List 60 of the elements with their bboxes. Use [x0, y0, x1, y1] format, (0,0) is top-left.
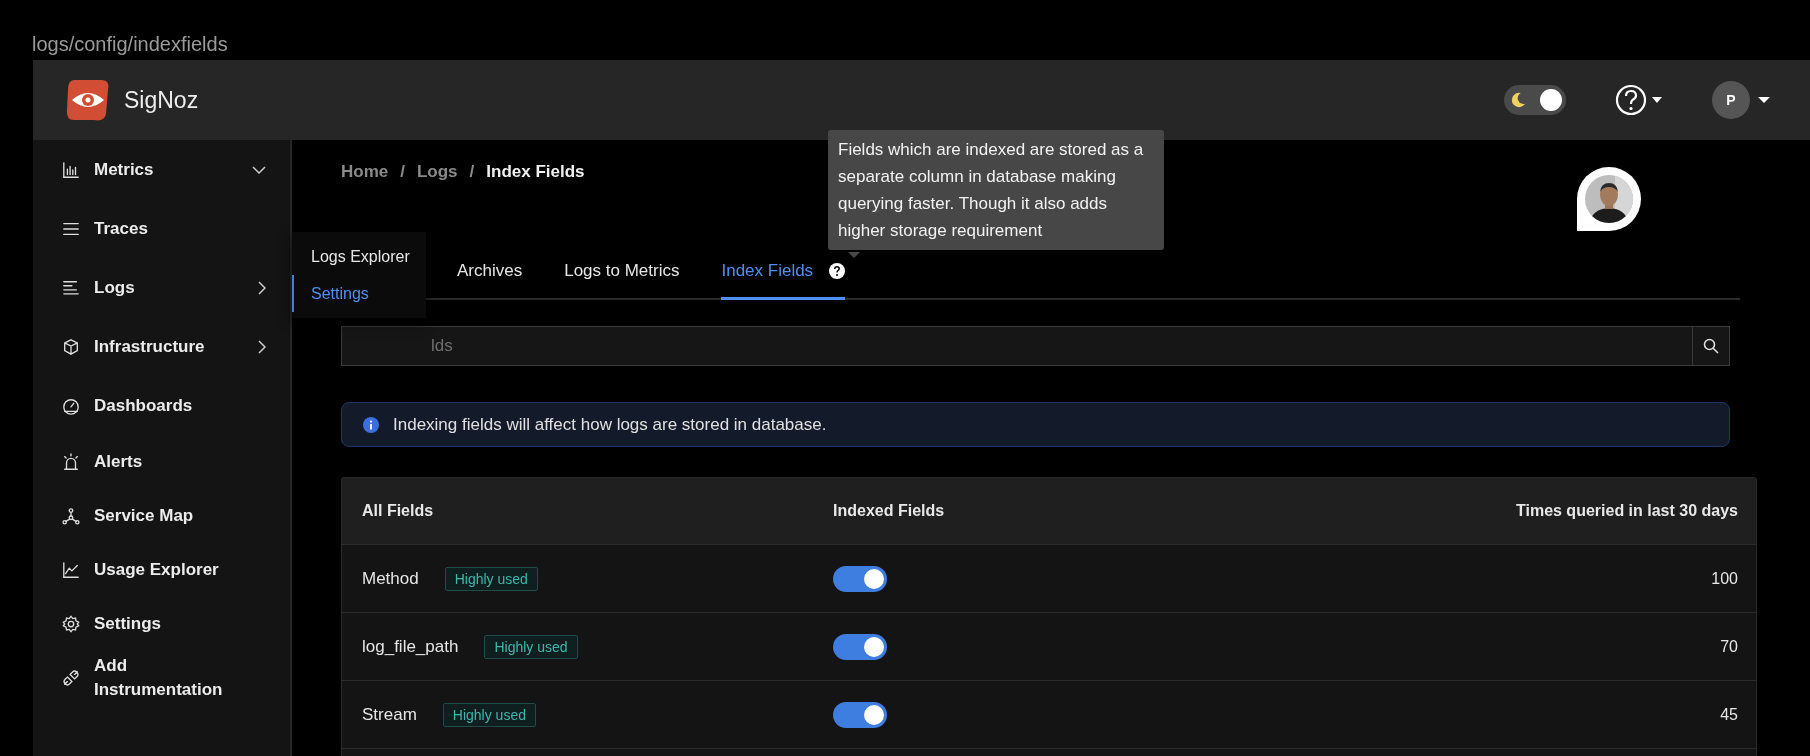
- field-name: Stream: [362, 704, 417, 725]
- help-menu-button[interactable]: [1614, 83, 1664, 117]
- sidebar-item[interactable]: Infrastructure: [33, 317, 290, 376]
- siren-icon: [62, 453, 80, 471]
- query-count: 45: [1720, 705, 1738, 724]
- text-lines-icon: [62, 278, 80, 297]
- column-header: All Fields: [362, 502, 435, 520]
- usage-tag: Highly used: [484, 634, 578, 659]
- theme-toggle[interactable]: [1504, 85, 1566, 115]
- network-icon: [62, 507, 80, 525]
- query-count: 100: [1711, 569, 1738, 588]
- sidebar-item[interactable]: Metrics: [33, 140, 290, 199]
- sidebar-item[interactable]: Usage Explorer: [33, 543, 290, 597]
- submenu-item[interactable]: Settings: [292, 275, 426, 312]
- url-path: logs/config/indexfields: [31, 32, 229, 57]
- sidebar-item[interactable]: Logs: [33, 258, 290, 317]
- tooltip-pointer: [848, 252, 860, 258]
- breadcrumb-link[interactable]: Home: [341, 161, 389, 182]
- gauge-icon: [62, 396, 80, 415]
- query-count: 70: [1720, 637, 1738, 656]
- breadcrumb-separator: /: [469, 161, 475, 182]
- tooltip: Fields which are indexed are stored as a separate column in database making querying faster. Though it also adds higher storage requirement: [828, 130, 1164, 250]
- sidebar-item[interactable]: Add Instrumentation: [33, 651, 290, 705]
- index-switch[interactable]: [833, 701, 887, 728]
- gear-icon: [62, 615, 80, 633]
- search-field[interactable]: lds: [341, 326, 1692, 366]
- usage-tag: Highly used: [442, 702, 536, 727]
- breadcrumb-separator: /: [400, 161, 405, 182]
- field-name: Method: [362, 568, 419, 589]
- cube-icon: [62, 337, 80, 356]
- chevron-right-icon: [258, 280, 266, 295]
- sidebar-item[interactable]: Service Map: [33, 489, 290, 543]
- sidebar-item[interactable]: Dashboards: [33, 376, 290, 435]
- plug-icon: [62, 669, 80, 687]
- index-switch[interactable]: [833, 565, 887, 592]
- info-icon: [363, 416, 379, 433]
- index-switch[interactable]: [833, 633, 887, 660]
- sidebar-item[interactable]: Alerts: [33, 435, 290, 489]
- search-icon: [1703, 338, 1719, 354]
- tab[interactable]: Index Fields: [721, 260, 846, 300]
- moon-icon: [1510, 91, 1528, 109]
- chevron-down-icon: [252, 165, 266, 174]
- sidebar-item[interactable]: Settings: [33, 597, 290, 651]
- chevron-right-icon: [258, 339, 266, 354]
- sidebar-item[interactable]: Traces: [33, 199, 290, 258]
- usage-tag: Highly used: [444, 566, 538, 591]
- breadcrumb-link[interactable]: Logs: [416, 161, 458, 182]
- info-text: Indexing fields will affect how logs are stored in database.: [393, 414, 827, 435]
- brand-name: SigNoz: [124, 86, 199, 114]
- tab[interactable]: Logs to Metrics: [564, 260, 680, 300]
- column-header: Indexed Fields: [833, 502, 946, 520]
- bar-chart-icon: [62, 160, 80, 179]
- breadcrumb-current: Index Fields: [486, 161, 585, 182]
- column-header: Times queried in last 30 days: [1515, 502, 1738, 520]
- tab[interactable]: Archives: [457, 260, 523, 300]
- submenu-item[interactable]: Logs Explorer: [292, 238, 426, 275]
- caret-icon: [1758, 96, 1770, 104]
- line-chart-icon: [62, 561, 80, 579]
- field-name: log_file_path: [362, 636, 459, 657]
- search-button[interactable]: [1692, 326, 1730, 366]
